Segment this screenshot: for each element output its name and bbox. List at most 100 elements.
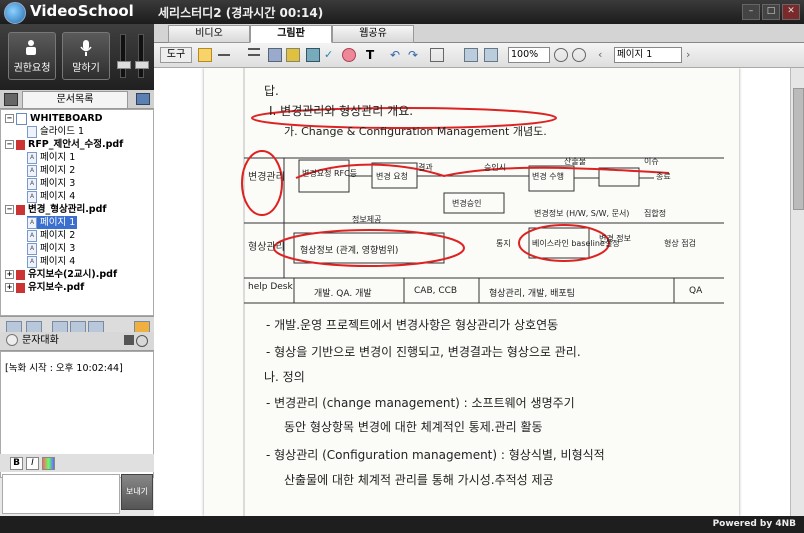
color-picker-icon[interactable] [42,457,55,470]
chat-icon [6,334,18,346]
speaker-volume-slider[interactable] [135,34,149,78]
user-list-icon[interactable] [4,93,18,106]
tree-item-page[interactable]: A 페이지 4 [27,255,75,268]
zoom-in-icon[interactable] [572,48,586,62]
document-page: 답. I. 변경관리와 형상관리 개요. 가. Change & Configu… [204,68,739,516]
chat-input[interactable] [2,474,120,514]
check-icon[interactable]: ✓ [324,48,336,61]
page-icon: A [27,190,37,203]
text-line: - 형상을 기반으로 변경이 진행되고, 변경결과는 형상으로 관리. [266,345,581,359]
tree-item-pdf[interactable]: + 유지보수(2교시).pdf [5,268,117,281]
label-change-mgmt: 변경관리 [248,172,285,183]
bold-button[interactable]: B [10,457,23,470]
diagram-label: 변경 정보 [599,234,631,243]
chat-header: 문자대화 [0,332,154,351]
pdf-icon [16,269,25,280]
page-icon: A [27,151,37,164]
title-bar: VideoSchool 세리스터디2 (경과시간 00:14) – □ ✕ [0,0,804,24]
tree-item-page-selected[interactable]: A 페이지 1 [27,216,78,229]
page-icon: A [27,216,37,229]
tab-whiteboard[interactable]: 그림판 [250,25,332,43]
request-permission-button[interactable]: 권한요청 [8,32,56,80]
italic-button[interactable]: I [26,457,39,470]
diagram-node: 변경 수행 [532,172,564,181]
shape-icon[interactable] [342,48,356,62]
tree-item-page[interactable]: A 페이지 4 [27,190,75,203]
minimize-button[interactable]: – [742,4,760,20]
highlighter-icon[interactable] [286,48,300,62]
speak-button[interactable]: 말하기 [62,32,110,80]
volume-sliders [116,30,150,86]
table-cell: help Desk [248,282,293,292]
tree-item-label: 페이지 2 [40,230,76,241]
send-button[interactable]: 보내기 [121,474,153,510]
tree-item-page[interactable]: A 페이지 1 [27,151,75,164]
left-panel: 권한요청 말하기 문서목록 − WHITEBOARD 슬라이드 1 − RFP_제안… [0,24,154,516]
scroll-thumb[interactable] [793,88,804,210]
slider-knob[interactable] [117,61,131,69]
tab-video[interactable]: 비디오 [168,25,250,43]
slider-knob[interactable] [135,61,149,69]
maximize-button[interactable]: □ [762,4,780,20]
page-icon: A [27,242,37,255]
tree-item-page[interactable]: A 페이지 2 [27,229,75,242]
tree-item-pdf[interactable]: − 변경_형상관리.pdf [5,203,107,216]
collapse-icon[interactable]: − [5,205,14,214]
tab-web-share[interactable]: 웹공유 [332,25,414,43]
zoom-out-icon[interactable] [554,48,568,62]
zoom-select[interactable]: 100% [508,47,550,63]
expand-icon[interactable]: + [5,283,14,292]
table-cell: 개발. QA. 개발 [314,289,372,299]
pen-icon[interactable] [198,48,212,62]
whiteboard-icon [16,112,27,125]
request-permission-label: 권한요청 [13,63,51,74]
line-width-icon[interactable] [248,48,260,56]
tree-item-label: 페이지 4 [40,256,76,267]
undo-icon[interactable]: ↶ [390,48,402,62]
tool-menu-button[interactable]: 도구 [160,47,192,63]
collapse-icon[interactable]: − [5,114,14,123]
fit-width-icon[interactable] [484,48,498,62]
tab-document-list[interactable]: 문서목록 [22,91,128,109]
prev-page-icon[interactable]: ‹ [598,48,610,61]
save-chat-icon[interactable] [124,335,134,345]
app-name: VideoSchool [30,2,134,20]
page-select[interactable]: 페이지 1 [614,47,682,63]
tree-item-whiteboard[interactable]: − WHITEBOARD [5,112,103,125]
folder-icon[interactable] [136,93,150,105]
grid-icon[interactable] [268,48,282,62]
tree-item-pdf[interactable]: + 유지보수.pdf [5,281,84,294]
diagram-label: 통지 [496,239,511,248]
collapse-icon[interactable]: − [5,140,14,149]
diagram-node: 종료 [656,172,671,181]
text-line: I. 변경관리와 형상관리 개요. [269,104,414,118]
close-button[interactable]: ✕ [782,4,800,20]
speak-label: 말하기 [72,63,100,74]
fit-page-icon[interactable] [464,48,478,62]
text-line: 가. Change & Configuration Management 개념도… [284,125,547,138]
status-bar: Powered by 4NB [0,516,804,533]
eraser-icon[interactable] [306,48,320,62]
text-icon[interactable]: T [366,48,378,62]
main-panel: 비디오 그림판 웹공유 도구 ✓ T ↶ ↷ 100% ‹ 페이지 1 › 답.… [154,24,804,516]
vertical-scrollbar[interactable] [790,68,804,516]
tree-item-page[interactable]: A 페이지 3 [27,242,75,255]
tree-item-slide[interactable]: 슬라이드 1 [27,125,84,138]
text-line: 답. [264,84,279,98]
tree-item-page[interactable]: A 페이지 2 [27,164,75,177]
table-icon[interactable] [430,48,444,62]
diagram-node: 변경요청 RFC등 [302,169,358,178]
next-page-icon[interactable]: › [686,48,698,61]
mic-volume-slider[interactable] [117,34,131,78]
line-icon[interactable] [218,48,230,56]
refresh-icon[interactable] [136,335,148,347]
page-icon: A [27,177,37,190]
redo-icon[interactable]: ↷ [408,48,420,62]
tree-item-page[interactable]: A 페이지 3 [27,177,75,190]
tree-item-pdf[interactable]: − RFP_제안서_수정.pdf [5,138,123,151]
expand-icon[interactable]: + [5,270,14,279]
whiteboard-canvas[interactable]: 답. I. 변경관리와 형상관리 개요. 가. Change & Configu… [154,68,790,516]
diagram-label: 산출물 [564,157,587,166]
doc-tabs: 문서목록 [0,90,154,109]
session-title: 세리스터디2 (경과시간 00:14) [158,6,324,20]
